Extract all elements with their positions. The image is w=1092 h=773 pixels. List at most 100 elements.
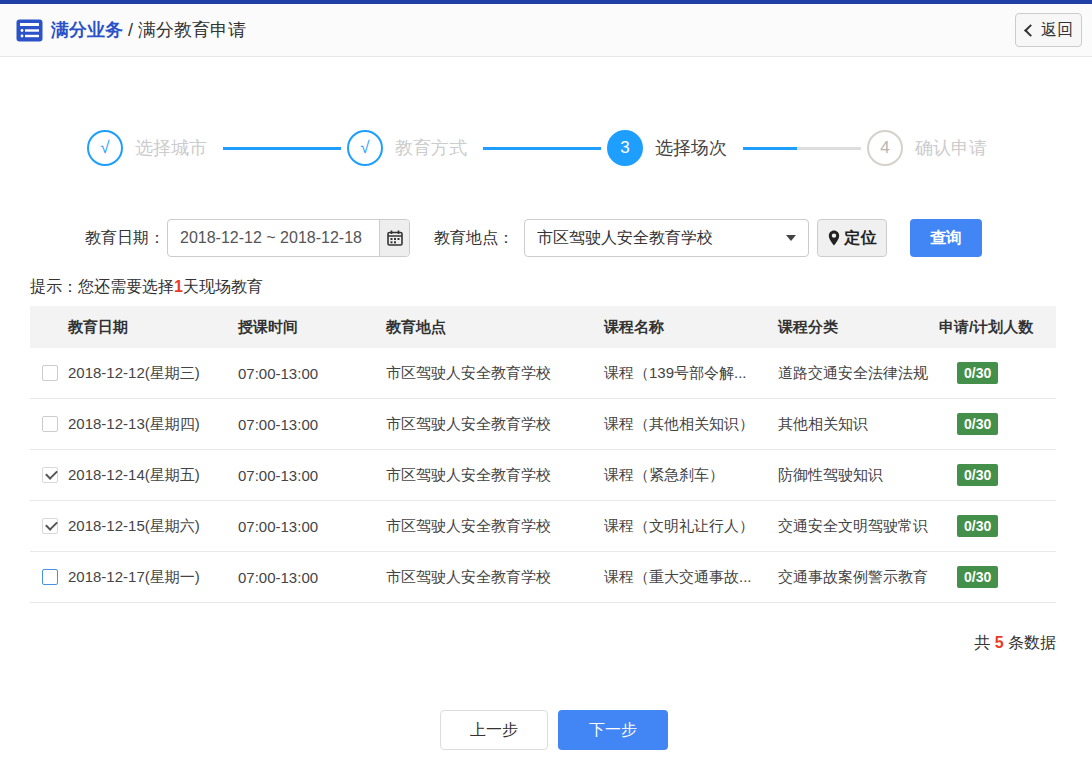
row-count-cell: 0/30: [939, 464, 1056, 486]
row-checkbox[interactable]: [42, 569, 58, 585]
calendar-icon: [387, 230, 403, 246]
chevron-left-icon: [1024, 24, 1037, 37]
footer-actions: 上一步 下一步: [8, 710, 1092, 750]
row-place: 市区驾驶人安全教育学校: [386, 568, 604, 587]
row-checkbox-cell: [30, 416, 68, 432]
row-count-cell: 0/30: [939, 515, 1056, 537]
row-place: 市区驾驶人安全教育学校: [386, 364, 604, 383]
row-category: 其他相关知识: [778, 415, 939, 434]
row-course: 课程（文明礼让行人）: [604, 517, 778, 536]
row-checkbox-cell: [30, 365, 68, 381]
filter-bar: 教育日期： 2018-12-12 ~ 2018-12-18 教育地点： 市区驾驶…: [0, 219, 1092, 257]
header-count: 申请/计划人数: [939, 318, 1056, 337]
count-badge: 0/30: [957, 362, 998, 384]
step-1-label: 选择城市: [135, 136, 207, 160]
row-place: 市区驾驶人安全教育学校: [386, 517, 604, 536]
row-place: 市区驾驶人安全教育学校: [386, 415, 604, 434]
row-course: 课程（重大交通事故...: [604, 568, 778, 587]
count-badge: 0/30: [957, 515, 998, 537]
date-range-input[interactable]: 2018-12-12 ~ 2018-12-18: [168, 220, 379, 256]
step-connector-1: [223, 147, 341, 150]
row-course: 课程（139号部令解...: [604, 364, 778, 383]
total-suffix: 条数据: [1004, 634, 1056, 651]
hint-text: 提示：您还需要选择1天现场教育: [30, 277, 1092, 298]
total-count: 共 5 条数据: [0, 633, 1056, 654]
locate-button-label: 定位: [845, 228, 877, 249]
query-button[interactable]: 查询: [910, 219, 982, 257]
breadcrumb-page: / 满分教育申请: [123, 20, 246, 40]
row-time: 07:00-13:00: [238, 569, 386, 586]
row-date: 2018-12-14(星期五): [68, 466, 238, 485]
list-icon: [16, 19, 43, 42]
table-body: 2018-12-12(星期三) 07:00-13:00 市区驾驶人安全教育学校 …: [30, 348, 1056, 603]
row-date: 2018-12-17(星期一): [68, 568, 238, 587]
back-button-label: 返回: [1041, 20, 1073, 41]
count-badge: 0/30: [957, 566, 998, 588]
header-course: 课程名称: [604, 318, 778, 337]
header-place: 教育地点: [386, 318, 604, 337]
step-2-label: 教育方式: [395, 136, 467, 160]
step-1-circle: √: [87, 130, 123, 166]
header-time: 授课时间: [238, 318, 386, 337]
step-connector-2: [483, 147, 601, 150]
locate-button[interactable]: 定位: [817, 219, 887, 257]
row-count-cell: 0/30: [939, 566, 1056, 588]
row-time: 07:00-13:00: [238, 365, 386, 382]
row-category: 交通事故案例警示教育: [778, 568, 939, 587]
dropdown-arrow-icon: [786, 235, 796, 241]
row-checkbox-cell: [30, 569, 68, 585]
row-checkbox-cell: [30, 518, 68, 534]
next-step-button[interactable]: 下一步: [558, 710, 668, 750]
step-connector-3: [743, 147, 861, 150]
place-select[interactable]: 市区驾驶人安全教育学校: [524, 219, 809, 257]
step-4-label: 确认申请: [915, 136, 987, 160]
back-button[interactable]: 返回: [1015, 13, 1082, 47]
prev-step-button[interactable]: 上一步: [440, 710, 548, 750]
count-badge: 0/30: [957, 464, 998, 486]
total-number: 5: [995, 634, 1004, 651]
table-row: 2018-12-15(星期六) 07:00-13:00 市区驾驶人安全教育学校 …: [30, 501, 1056, 552]
row-course: 课程（紧急刹车）: [604, 466, 778, 485]
step-2-circle: √: [347, 130, 383, 166]
total-prefix: 共: [974, 634, 994, 651]
table-row: 2018-12-17(星期一) 07:00-13:00 市区驾驶人安全教育学校 …: [30, 552, 1056, 603]
place-select-value: 市区驾驶人安全教育学校: [537, 228, 713, 249]
row-checkbox[interactable]: [42, 365, 58, 381]
table-row: 2018-12-14(星期五) 07:00-13:00 市区驾驶人安全教育学校 …: [30, 450, 1056, 501]
row-category: 交通安全文明驾驶常识: [778, 517, 939, 536]
step-3-circle: 3: [607, 130, 643, 166]
table-row: 2018-12-13(星期四) 07:00-13:00 市区驾驶人安全教育学校 …: [30, 399, 1056, 450]
row-count-cell: 0/30: [939, 362, 1056, 384]
page-header: 满分业务 / 满分教育申请 返回: [0, 4, 1092, 57]
calendar-button[interactable]: [379, 220, 409, 256]
place-filter-label: 教育地点：: [434, 228, 514, 249]
row-checkbox[interactable]: [42, 467, 58, 483]
row-category: 道路交通安全法律法规: [778, 364, 939, 383]
step-3-label: 选择场次: [655, 136, 727, 160]
hint-prefix: 提示：您还需要选择: [30, 278, 174, 295]
row-checkbox-cell: [30, 467, 68, 483]
row-category: 防御性驾驶知识: [778, 466, 939, 485]
row-checkbox[interactable]: [42, 416, 58, 432]
row-course: 课程（其他相关知识）: [604, 415, 778, 434]
row-time: 07:00-13:00: [238, 416, 386, 433]
count-badge: 0/30: [957, 413, 998, 435]
row-time: 07:00-13:00: [238, 467, 386, 484]
header-category: 课程分类: [778, 318, 939, 337]
hint-suffix: 天现场教育: [183, 278, 263, 295]
header-date: 教育日期: [68, 318, 238, 337]
row-date: 2018-12-13(星期四): [68, 415, 238, 434]
hint-count: 1: [174, 278, 183, 295]
table-header: 教育日期 授课时间 教育地点 课程名称 课程分类 申请/计划人数: [30, 306, 1056, 348]
step-4-circle: 4: [867, 130, 903, 166]
sessions-table: 教育日期 授课时间 教育地点 课程名称 课程分类 申请/计划人数 2018-12…: [30, 306, 1056, 603]
row-date: 2018-12-12(星期三): [68, 364, 238, 383]
row-date: 2018-12-15(星期六): [68, 517, 238, 536]
row-place: 市区驾驶人安全教育学校: [386, 466, 604, 485]
breadcrumb-section: 满分业务: [51, 20, 123, 40]
step-indicator: √ 选择城市 √ 教育方式 3 选择场次 4 确认申请: [0, 130, 1088, 166]
row-time: 07:00-13:00: [238, 518, 386, 535]
date-range-field: 2018-12-12 ~ 2018-12-18: [167, 219, 410, 257]
row-checkbox[interactable]: [42, 518, 58, 534]
table-row: 2018-12-12(星期三) 07:00-13:00 市区驾驶人安全教育学校 …: [30, 348, 1056, 399]
